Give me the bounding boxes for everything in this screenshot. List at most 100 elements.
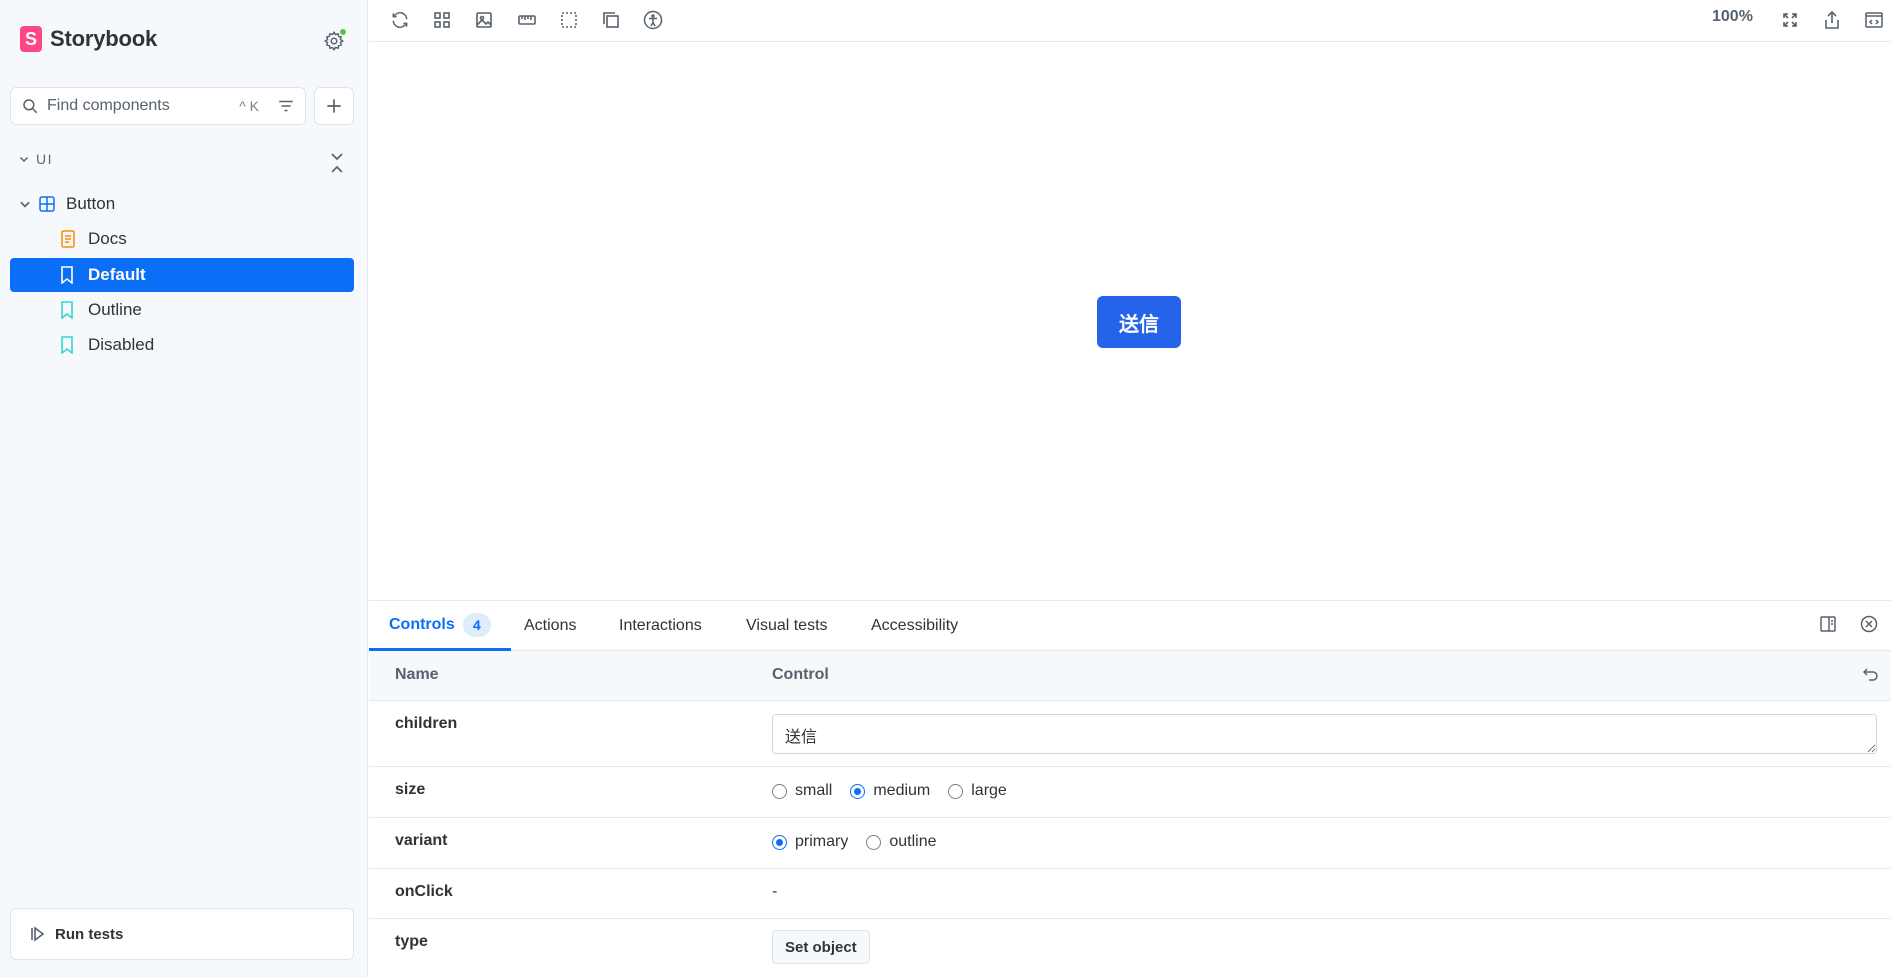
filter-icon[interactable] [277,97,295,115]
set-object-button[interactable]: Set object [772,930,870,964]
tab-controls[interactable]: Controls 4 [369,601,511,651]
table-row: onClick - [369,869,1891,919]
column-name: Name [395,666,439,683]
brand[interactable]: S Storybook [20,26,157,52]
radio-dot [772,834,787,850]
tab-actions[interactable]: Actions [524,601,576,651]
radio-dot [772,783,787,799]
table-row: children 送信 [369,701,1891,767]
collapse-all-button[interactable] [325,150,349,176]
tab-accessibility[interactable]: Accessibility [871,601,958,651]
refresh-icon [392,11,408,29]
control-cell: Set object [772,930,870,964]
radio-label: small [795,782,833,799]
settings-button[interactable] [323,28,347,52]
story-canvas: 送信 [369,42,1891,600]
grid-button[interactable] [431,9,453,31]
tree-item-label: Docs [88,229,127,248]
table-row: size small medium large [369,767,1891,818]
sidebar: S Storybook Find components ^ K UI Butto… [0,0,368,977]
radio-large[interactable]: large [948,782,1007,800]
image-icon [476,12,492,28]
storybook-app: S Storybook Find components ^ K UI Butto… [0,0,1891,977]
storybook-logo-icon: S [20,26,42,52]
tab-label: Visual tests [746,617,828,634]
tree-item-label: Default [88,265,146,284]
bookmark-icon [60,301,78,319]
notification-dot [339,28,347,36]
prop-name: size [395,781,426,798]
tree-item-disabled[interactable]: Disabled [10,328,354,362]
tree-item-label: Disabled [88,335,155,354]
fullscreen-button[interactable] [1779,9,1801,31]
panel-close-button[interactable] [1860,615,1882,637]
plus-icon [327,99,341,113]
search-field[interactable]: Find components ^ K [10,87,306,125]
radio-label: outline [889,833,937,850]
children-textarea[interactable]: 送信 [772,714,1877,754]
prop-name: variant [395,832,448,849]
prop-name: onClick [395,883,453,900]
viewport-button[interactable] [516,9,538,31]
reset-controls-button[interactable] [1862,666,1879,687]
table-header: Name Control [369,651,1891,701]
measure-button[interactable] [600,9,622,31]
tree-item-outline[interactable]: Outline [10,293,354,327]
tree-item-button[interactable]: Button [10,187,354,221]
layers-icon [603,12,619,28]
undo-icon [1862,668,1878,681]
bookmark-icon [60,266,78,284]
prop-name: children [395,715,458,732]
variant-radio-group: primary outline [772,833,955,851]
controls-table: Name Control children 送信 size small medi… [369,651,1891,973]
radio-label: primary [795,833,849,850]
tree-item-docs[interactable]: Docs [10,222,354,256]
accessibility-button[interactable] [642,9,664,31]
section-header-ui[interactable]: UI [18,151,53,167]
table-row: variant primary outline [369,818,1891,869]
search-icon [23,99,38,114]
reload-button[interactable] [389,9,411,31]
outline-icon [561,12,577,28]
radio-dot [866,834,882,850]
radio-medium[interactable]: medium [850,782,930,800]
preview-submit-button[interactable]: 送信 [1097,296,1181,348]
prop-name: type [395,933,428,950]
accessibility-icon [643,10,663,30]
run-tests-label: Run tests [55,925,124,943]
close-circle-icon [1860,615,1878,633]
radio-label: large [971,782,1007,799]
radio-dot [850,783,866,799]
run-tests-button[interactable]: Run tests [10,908,354,960]
expand-icon [1783,13,1797,27]
grid-icon [434,12,450,28]
radio-dot [948,783,964,799]
control-cell: 送信 [772,714,1877,759]
open-canvas-button[interactable] [1863,9,1885,31]
brand-title: Storybook [50,26,157,51]
search-shortcut: ^ K [239,98,259,114]
search-input[interactable]: Find components [47,97,239,115]
add-button[interactable] [314,87,354,125]
share-button[interactable] [1821,9,1843,31]
radio-primary[interactable]: primary [772,833,848,851]
tree-item-default[interactable]: Default [10,258,354,292]
share-icon [1825,11,1839,29]
tab-label: Actions [524,617,577,634]
column-control: Control [772,666,829,683]
tab-interactions[interactable]: Interactions [619,601,702,651]
background-button[interactable] [473,9,495,31]
tree-item-label: Outline [88,300,142,319]
outline-button[interactable] [558,9,580,31]
tab-label: Accessibility [871,617,959,634]
code-window-icon [1865,12,1883,28]
play-icon [31,926,45,942]
tab-visual-tests[interactable]: Visual tests [746,601,828,651]
panel-orientation-button[interactable] [1819,615,1841,637]
zoom-level[interactable]: 100% [1712,8,1753,26]
addon-panel: Controls 4 Actions Interactions Visual t… [369,600,1891,977]
panel-tabs: Controls 4 Actions Interactions Visual t… [369,601,1891,651]
tree-item-label: Button [66,194,116,213]
radio-outline[interactable]: outline [866,833,937,851]
radio-small[interactable]: small [772,782,832,800]
